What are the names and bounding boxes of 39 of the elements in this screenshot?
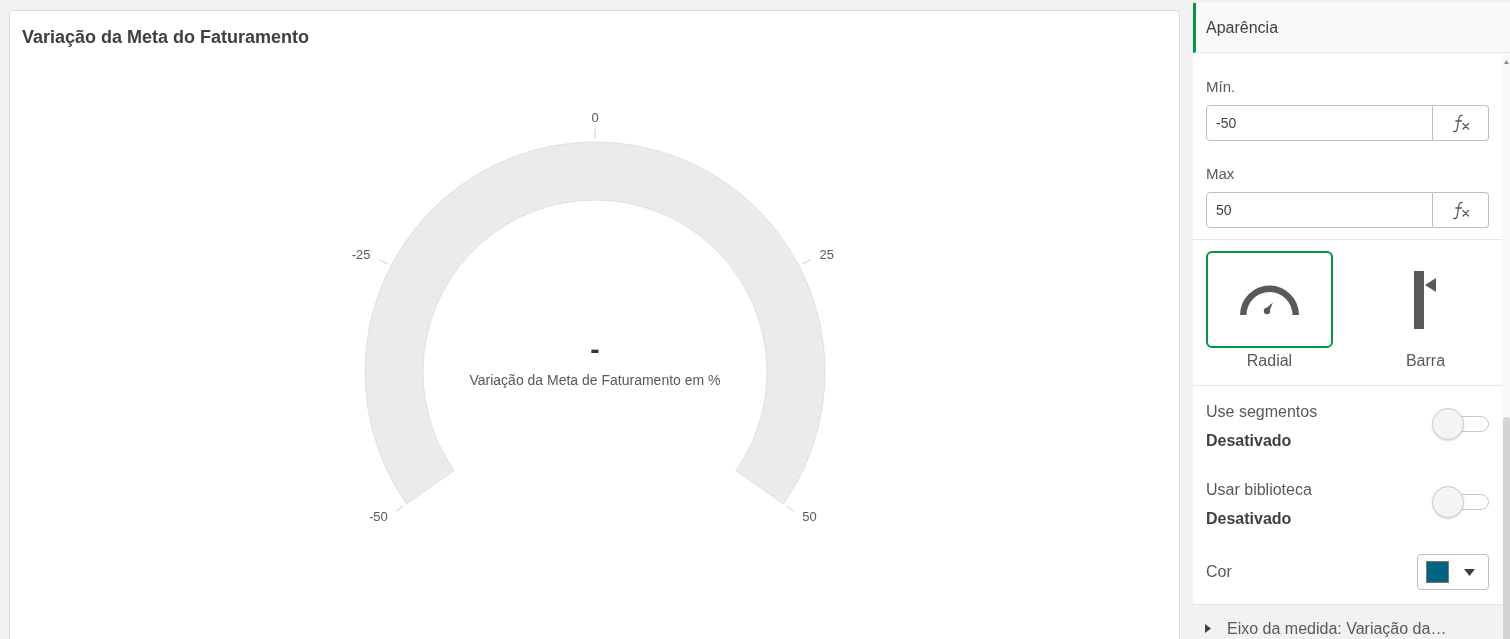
gauge-type-option[interactable] [1206,251,1333,348]
tick-label: -25 [351,246,371,262]
field-label: Mín. [1206,77,1237,97]
value-input[interactable]: -50 [1206,105,1433,141]
formula-button[interactable] [1433,192,1489,228]
tick-mark [801,259,811,265]
gauge-type-label: Barra [1405,352,1446,370]
toggle-switch[interactable] [1432,486,1489,518]
color-label: Cor [1206,563,1232,581]
caret-right-icon [1205,624,1211,633]
bar-gauge-icon [1414,270,1437,329]
scroll-up-icon[interactable] [1503,60,1509,64]
tick-mark [394,505,404,512]
tick-mark [785,505,795,512]
scrollbar-thumb[interactable] [1502,417,1510,639]
formula-button[interactable] [1433,105,1489,141]
function-icon [1451,113,1470,133]
chart-title: Variação da Meta do Faturamento [22,26,311,48]
tick-label: -50 [368,508,388,524]
tick-label: 50 [801,508,817,524]
gauge-type-label: Radial [1246,352,1293,370]
toggle-switch[interactable] [1432,408,1489,440]
tick-mark [378,259,388,265]
gauge-icon [1240,284,1299,315]
gauge-caption: Variação da Meta de Faturamento em % [468,371,721,388]
field-label: Max [1206,164,1236,184]
caret-down-icon [1464,568,1475,576]
section-header[interactable]: Aparência [1193,3,1510,53]
switch-state: Desativado [1206,432,1293,450]
tick-label: 0 [590,110,599,126]
scrollbar[interactable] [1502,53,1510,639]
switch-label: Usar biblioteca [1206,481,1312,499]
tick-label: 25 [818,246,834,262]
gauge-value: - [589,334,600,366]
function-icon [1451,200,1470,220]
switch-state: Desativado [1206,510,1293,528]
switch-label: Use segmentos [1206,403,1318,421]
value-input[interactable]: 50 [1206,192,1433,228]
color-picker[interactable] [1417,554,1489,590]
